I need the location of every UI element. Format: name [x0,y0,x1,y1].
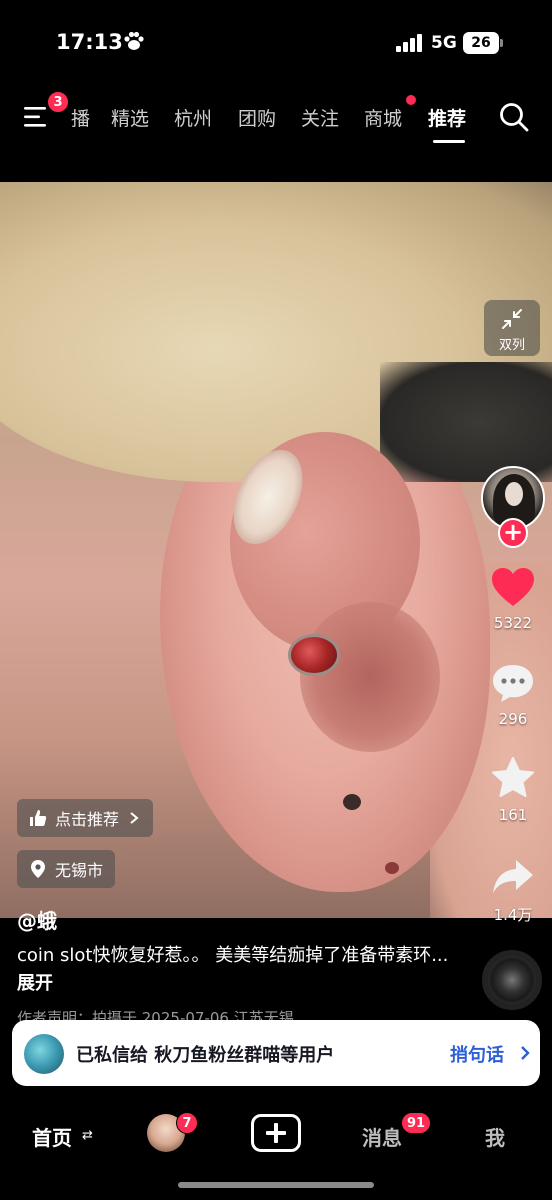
dual-column-label: 双列 [498,338,525,353]
tab-recommend[interactable]: 推荐 [428,104,466,131]
tab-home[interactable]: 首页 [32,1122,72,1151]
battery-level: 26 [463,32,499,54]
menu-icon[interactable] [22,104,50,130]
banner-message: 已私信给 秋刀鱼粉丝群喵等用户 [76,1045,335,1066]
location-label: 无锡市 [55,861,104,880]
paw-icon [124,31,144,50]
collapse-icon [502,309,522,329]
top-nav: 播 精选 杭州 团购 关注 商城 推荐 [0,88,552,148]
dual-column-button[interactable]: 双列 [484,300,540,356]
menu-badge: 3 [47,91,69,113]
recommend-chip[interactable]: 点击推荐 [17,799,154,837]
status-bar: 17:13 5G 26 [0,0,552,80]
active-tab-indicator [433,140,465,143]
send-message-button[interactable]: 捎句话 [450,1041,504,1067]
bottom-tab-bar: 首页 ⇄ 7 消息 91 我 [0,1100,552,1200]
share-arrow-icon [493,860,533,893]
like-button[interactable]: 5322 [481,566,545,632]
caption-text: coin slot快恢复好惹。。 美美等结痂掉了准备带素环... [17,945,449,966]
like-count: 5322 [493,614,533,632]
comment-button[interactable]: 296 [481,662,545,728]
plus-icon [266,1123,286,1143]
chevron-right-icon [521,1046,530,1060]
message-banner[interactable]: 已私信给 秋刀鱼粉丝群喵等用户 捎句话 [12,1020,540,1086]
thumbs-up-icon [30,810,47,826]
battery-icon: 26 [463,32,503,54]
search-icon[interactable] [498,101,530,133]
tab-mall[interactable]: 商城 [364,104,402,131]
home-indicator [178,1182,374,1188]
author-name[interactable]: @蛾 [17,905,57,934]
star-icon [492,757,534,797]
follow-button[interactable]: + [498,518,528,548]
mall-notification-dot [406,95,416,105]
comment-count: 296 [498,710,528,728]
network-type: 5G [431,33,457,53]
refresh-icon: ⇄ [82,1128,93,1143]
comment-icon [493,665,533,702]
signal-icon [396,34,422,52]
favorite-button[interactable]: 161 [481,756,545,824]
tab-live[interactable]: 播 [71,104,90,131]
expand-link[interactable]: 展开 [17,973,53,994]
tab-me[interactable]: 我 [485,1122,505,1151]
location-pin-icon [31,860,45,878]
share-button[interactable]: 1.4万 [481,856,545,925]
music-disc-icon[interactable] [482,950,542,1010]
chevron-right-icon [130,812,139,824]
tab-following[interactable]: 关注 [301,104,339,131]
video-caption[interactable]: coin slot快恢复好惹。。 美美等结痂掉了准备带素环... 展开 [17,942,462,998]
messages-badge: 91 [401,1112,432,1134]
tab-hangzhou[interactable]: 杭州 [174,104,212,131]
friends-badge: 7 [176,1112,198,1134]
recommend-label: 点击推荐 [55,810,120,829]
heart-icon [492,568,534,606]
tab-messages[interactable]: 消息 [362,1122,402,1151]
video-earring [288,634,340,676]
recipient-avatar [24,1034,64,1074]
location-chip[interactable]: 无锡市 [17,850,116,888]
status-time: 17:13 [56,30,123,54]
share-count: 1.4万 [493,906,533,924]
tab-featured[interactable]: 精选 [111,104,149,131]
favorite-count: 161 [498,806,528,824]
tab-group-buy[interactable]: 团购 [238,104,276,131]
create-button[interactable] [251,1114,301,1152]
